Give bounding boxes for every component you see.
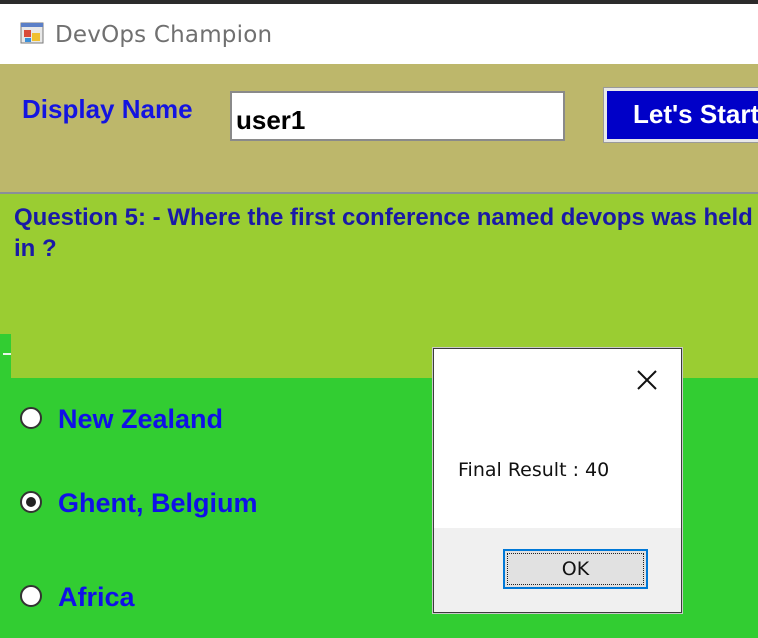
option-label[interactable]: Africa (58, 582, 135, 613)
radio-button[interactable] (20, 407, 42, 429)
panel-edge-tick (3, 353, 11, 355)
radio-button-selected[interactable] (20, 491, 42, 513)
radio-button[interactable] (20, 585, 42, 607)
panel-edge (0, 334, 11, 378)
app-window-icon (20, 22, 44, 44)
dialog-message: Final Result : 40 (458, 459, 610, 481)
title-bar: DevOps Champion (0, 4, 758, 64)
option-label[interactable]: New Zealand (58, 404, 223, 435)
window-title: DevOps Champion (55, 22, 273, 48)
result-dialog: Final Result : 40 OK (433, 348, 682, 613)
header-panel: Display Name Let's Start (0, 64, 758, 194)
close-icon[interactable] (634, 367, 660, 393)
dialog-footer: OK (434, 528, 681, 612)
question-text: Question 5: - Where the first conference… (14, 204, 753, 262)
ok-button[interactable]: OK (503, 549, 648, 589)
ok-button-label[interactable]: OK (507, 553, 644, 585)
display-name-input[interactable] (230, 91, 565, 141)
lets-start-button[interactable]: Let's Start (603, 87, 758, 143)
option-label[interactable]: Ghent, Belgium (58, 488, 258, 519)
display-name-label: Display Name (22, 94, 193, 124)
